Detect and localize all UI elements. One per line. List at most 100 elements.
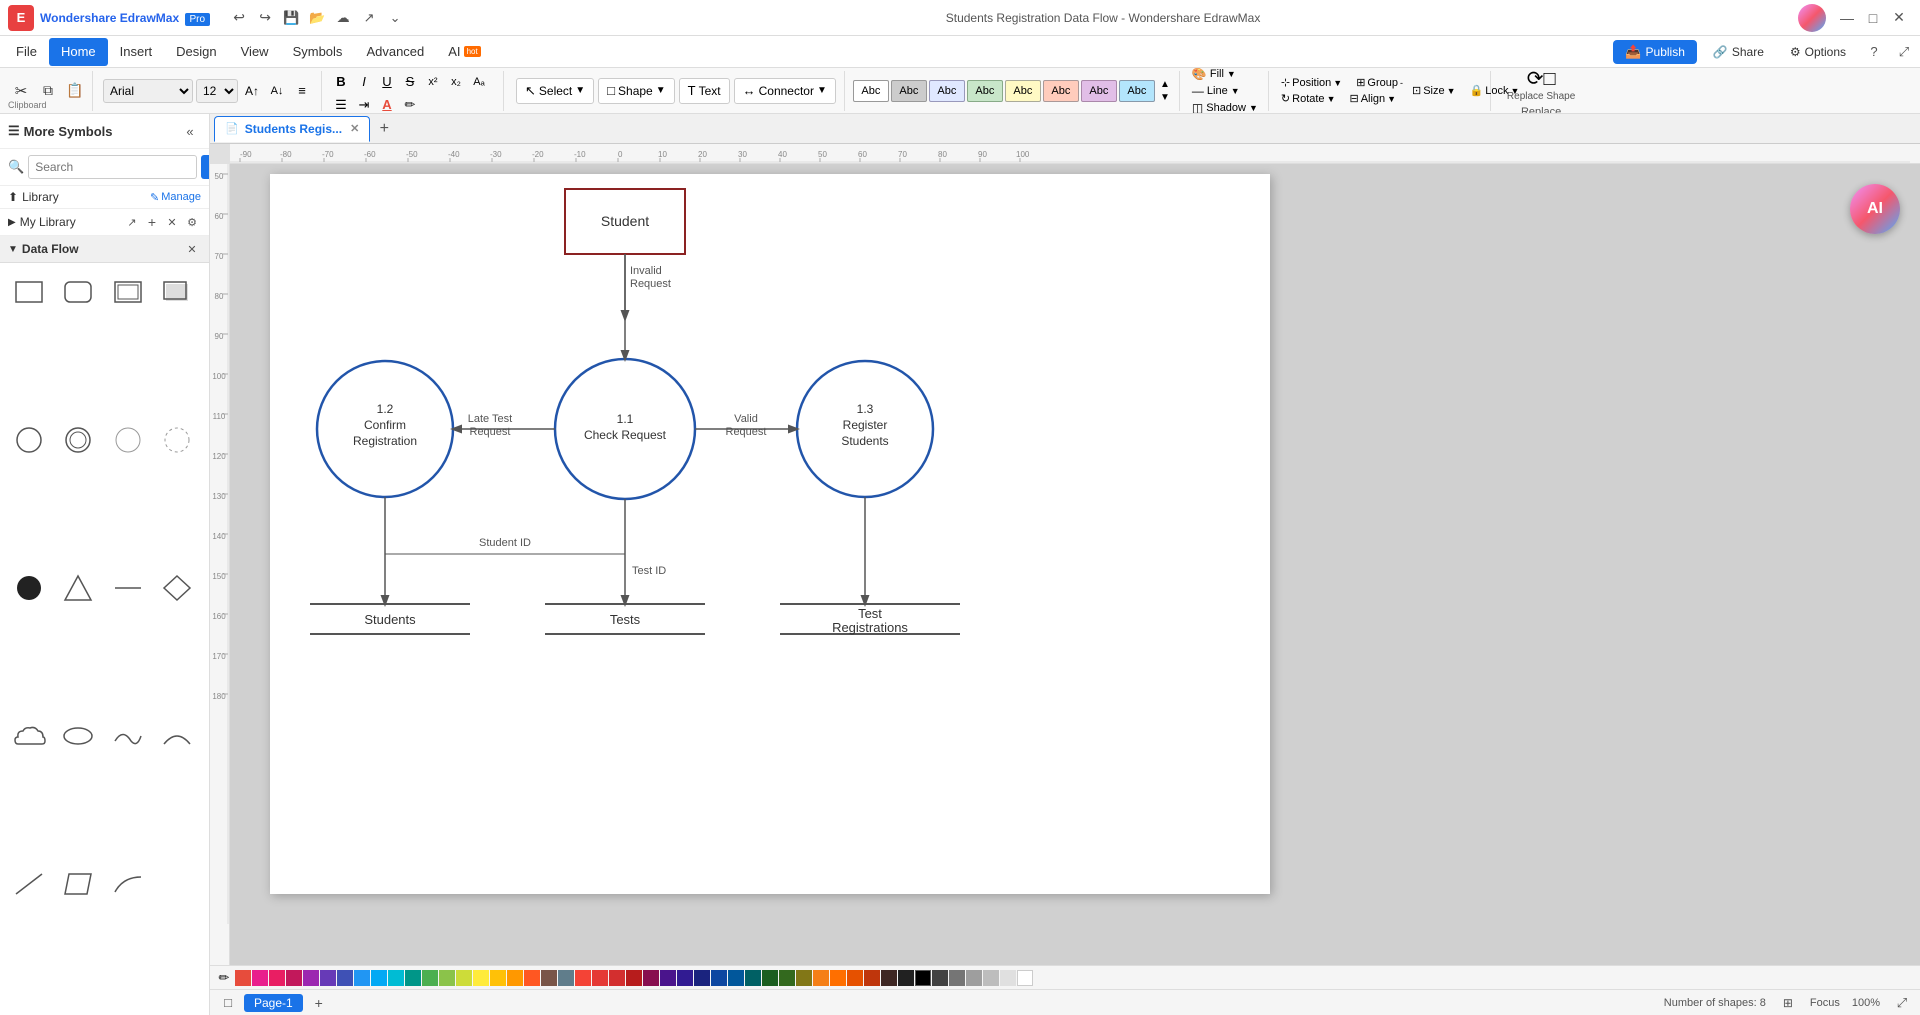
color-swatch-blue3[interactable] (711, 970, 727, 986)
color-swatch-brown2[interactable] (881, 970, 897, 986)
titlebar-share[interactable]: ↗ (356, 5, 382, 31)
color-swatch-indigo[interactable] (337, 970, 353, 986)
color-swatch-orange[interactable] (507, 970, 523, 986)
sidebar-collapse[interactable]: « (179, 120, 201, 142)
share-button[interactable]: 🔗 Share (1703, 41, 1774, 63)
shape-parallelogram[interactable] (57, 863, 99, 905)
menu-ai[interactable]: AI hot (436, 38, 492, 66)
shape-ring[interactable] (156, 419, 198, 461)
ai-button[interactable]: AI (1850, 184, 1900, 234)
style-swatch-8[interactable]: Abc (1119, 80, 1155, 102)
window-close[interactable]: ✕ (1886, 5, 1912, 31)
shape-curve[interactable] (107, 715, 149, 757)
rotate-button[interactable]: ↻Rotate▼ (1277, 91, 1340, 106)
options-button[interactable]: ⚙ Options (1780, 41, 1856, 63)
data-flow-label[interactable]: ▼ Data Flow (8, 242, 79, 256)
color-swatch-lightgreen[interactable] (439, 970, 455, 986)
shape-double-rect[interactable] (107, 271, 149, 313)
fullscreen-icon[interactable]: ⤢ (1892, 993, 1912, 1013)
color-swatch-lime[interactable] (456, 970, 472, 986)
color-swatch-green3[interactable] (779, 970, 795, 986)
indent[interactable]: ⇥ (353, 94, 375, 115)
manage-button[interactable]: ✎Manage (150, 191, 201, 204)
titlebar-save[interactable]: 💾 (278, 5, 304, 31)
color-swatch-pink[interactable] (252, 970, 268, 986)
publish-button[interactable]: 📤 Publish (1613, 40, 1697, 64)
strikethrough-button[interactable]: S (399, 71, 421, 93)
bold-button[interactable]: B (330, 71, 352, 93)
shape-triangle[interactable] (57, 567, 99, 609)
font-size-down[interactable]: A↓ (266, 80, 288, 102)
color-swatch-purple2[interactable] (660, 970, 676, 986)
color-swatch-green2[interactable] (762, 970, 778, 986)
color-swatch-lightblue[interactable] (371, 970, 387, 986)
color-swatch-yellow2[interactable] (813, 970, 829, 986)
color-swatch-red5[interactable] (626, 970, 642, 986)
menu-home[interactable]: Home (49, 38, 108, 66)
page-view-icon[interactable]: □ (218, 993, 238, 1013)
menu-design[interactable]: Design (164, 38, 228, 66)
subscript-button[interactable]: x₂ (445, 71, 467, 93)
color-swatch-lime2[interactable] (796, 970, 812, 986)
style-swatch-4[interactable]: Abc (967, 80, 1003, 102)
my-library-add[interactable]: + (143, 213, 161, 231)
color-swatch-amber[interactable] (490, 970, 506, 986)
shape-filled-circle[interactable] (8, 567, 50, 609)
underline-button[interactable]: U (376, 71, 398, 93)
color-swatch-grey3[interactable] (966, 970, 982, 986)
color-swatch-deeporange[interactable] (524, 970, 540, 986)
color-swatch-red[interactable] (235, 970, 251, 986)
bullet-list[interactable]: ☰ (330, 94, 352, 115)
shape-circle[interactable] (8, 419, 50, 461)
style-swatch-1[interactable]: Abc (853, 80, 889, 102)
shape-line[interactable] (107, 567, 149, 609)
color-swatch-red3[interactable] (592, 970, 608, 986)
my-library-close[interactable]: ✕ (163, 213, 181, 231)
tab-students-reg[interactable]: 📄 Students Regis... ✕ (214, 116, 370, 142)
style-swatch-6[interactable]: Abc (1043, 80, 1079, 102)
color-swatch-crimson[interactable] (269, 970, 285, 986)
color-swatch-darkpink[interactable] (286, 970, 302, 986)
tab-close[interactable]: ✕ (350, 122, 359, 135)
titlebar-more[interactable]: ⌄ (382, 5, 408, 31)
font-family-select[interactable]: Arial (103, 79, 193, 103)
expand-button[interactable]: ⤢ (1892, 40, 1916, 64)
color-swatch-red2[interactable] (575, 970, 591, 986)
color-swatch-blue[interactable] (354, 970, 370, 986)
color-swatch-blue2[interactable] (694, 970, 710, 986)
add-page[interactable]: + (309, 993, 329, 1013)
shape-ellipse[interactable] (57, 715, 99, 757)
menu-view[interactable]: View (229, 38, 281, 66)
color-swatch-indigo2[interactable] (677, 970, 693, 986)
menu-advanced[interactable]: Advanced (354, 38, 436, 66)
shape-curve2[interactable] (107, 863, 149, 905)
shape-tool[interactable]: □ Shape ▼ (598, 78, 674, 104)
select-tool[interactable]: ↖ Select ▼ (516, 78, 594, 104)
color-swatch-red4[interactable] (609, 970, 625, 986)
color-swatch-black2[interactable] (915, 970, 931, 986)
shape-double-circle[interactable] (57, 419, 99, 461)
color-swatch-deeporange2[interactable] (864, 970, 880, 986)
styles-more[interactable]: ▲ ▼ (1157, 71, 1173, 111)
shadow-button[interactable]: ◫Shadow▼ (1188, 100, 1262, 115)
fit-icon[interactable]: ⊞ (1778, 993, 1798, 1013)
color-swatch-grey[interactable] (558, 970, 574, 986)
focus-label[interactable]: Focus (1810, 997, 1840, 1009)
color-swatch-orange2[interactable] (847, 970, 863, 986)
color-swatch-cyan[interactable] (388, 970, 404, 986)
add-tab[interactable]: + (372, 117, 396, 141)
color-swatch-brown[interactable] (541, 970, 557, 986)
replace-button[interactable]: Replace (1521, 106, 1561, 115)
shape-diagonal[interactable] (8, 863, 50, 905)
style-swatch-2[interactable]: Abc (891, 80, 927, 102)
titlebar-open[interactable]: 📂 (304, 5, 330, 31)
font-size-select[interactable]: 12 (196, 79, 238, 103)
color-swatch-grey2[interactable] (949, 970, 965, 986)
my-library-label[interactable]: ▶ My Library (8, 215, 76, 229)
style-swatch-5[interactable]: Abc (1005, 80, 1041, 102)
menu-file[interactable]: File (4, 38, 49, 66)
color-swatch-deeppurple[interactable] (320, 970, 336, 986)
line-button[interactable]: —Line▼ (1188, 83, 1262, 99)
italic-button[interactable]: I (353, 71, 375, 93)
position-button[interactable]: ⊹Position▼ (1277, 75, 1346, 90)
